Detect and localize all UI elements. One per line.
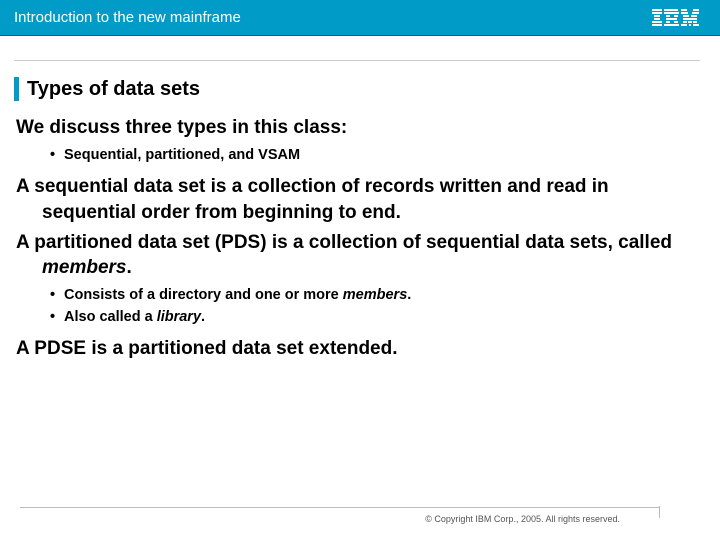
paragraph-sequential: A sequential data set is a collection of…: [14, 174, 700, 225]
text-fragment: A partitioned data set (PDS) is a collec…: [16, 232, 672, 253]
emphasis-members: members: [343, 287, 407, 303]
pds-bullet-list: Consists of a directory and one or more …: [14, 285, 700, 329]
section-title-row: Types of data sets: [14, 60, 700, 101]
intro-line: We discuss three types in this class:: [14, 115, 700, 141]
header-bar: Introduction to the new mainframe: [0, 0, 720, 36]
text-fragment: .: [201, 309, 205, 325]
paragraph-partitioned: A partitioned data set (PDS) is a collec…: [14, 230, 700, 281]
list-item: Also called a library.: [50, 307, 700, 329]
text-fragment: .: [407, 287, 411, 303]
text-fragment: .: [127, 257, 132, 278]
content-area: Types of data sets We discuss three type…: [0, 36, 720, 362]
section-title: Types of data sets: [27, 78, 200, 101]
intro-bullet-list: Sequential, partitioned, and VSAM: [14, 145, 700, 167]
list-item: Sequential, partitioned, and VSAM: [50, 145, 700, 167]
section-accent-bar: [14, 77, 19, 101]
footer-divider: [20, 507, 660, 508]
footer-tick-mark: [659, 506, 660, 518]
ibm-logo: [652, 9, 700, 27]
list-item: Consists of a directory and one or more …: [50, 285, 700, 307]
text-fragment: Also called a: [64, 309, 157, 325]
footer: © Copyright IBM Corp., 2005. All rights …: [0, 507, 720, 524]
emphasis-library: library: [157, 309, 201, 325]
emphasis-members: members: [42, 257, 127, 278]
header-title: Introduction to the new mainframe: [14, 9, 241, 26]
footer-copyright: © Copyright IBM Corp., 2005. All rights …: [20, 514, 660, 524]
text-fragment: Consists of a directory and one or more: [64, 287, 343, 303]
paragraph-pdse: A PDSE is a partitioned data set extende…: [14, 336, 700, 362]
